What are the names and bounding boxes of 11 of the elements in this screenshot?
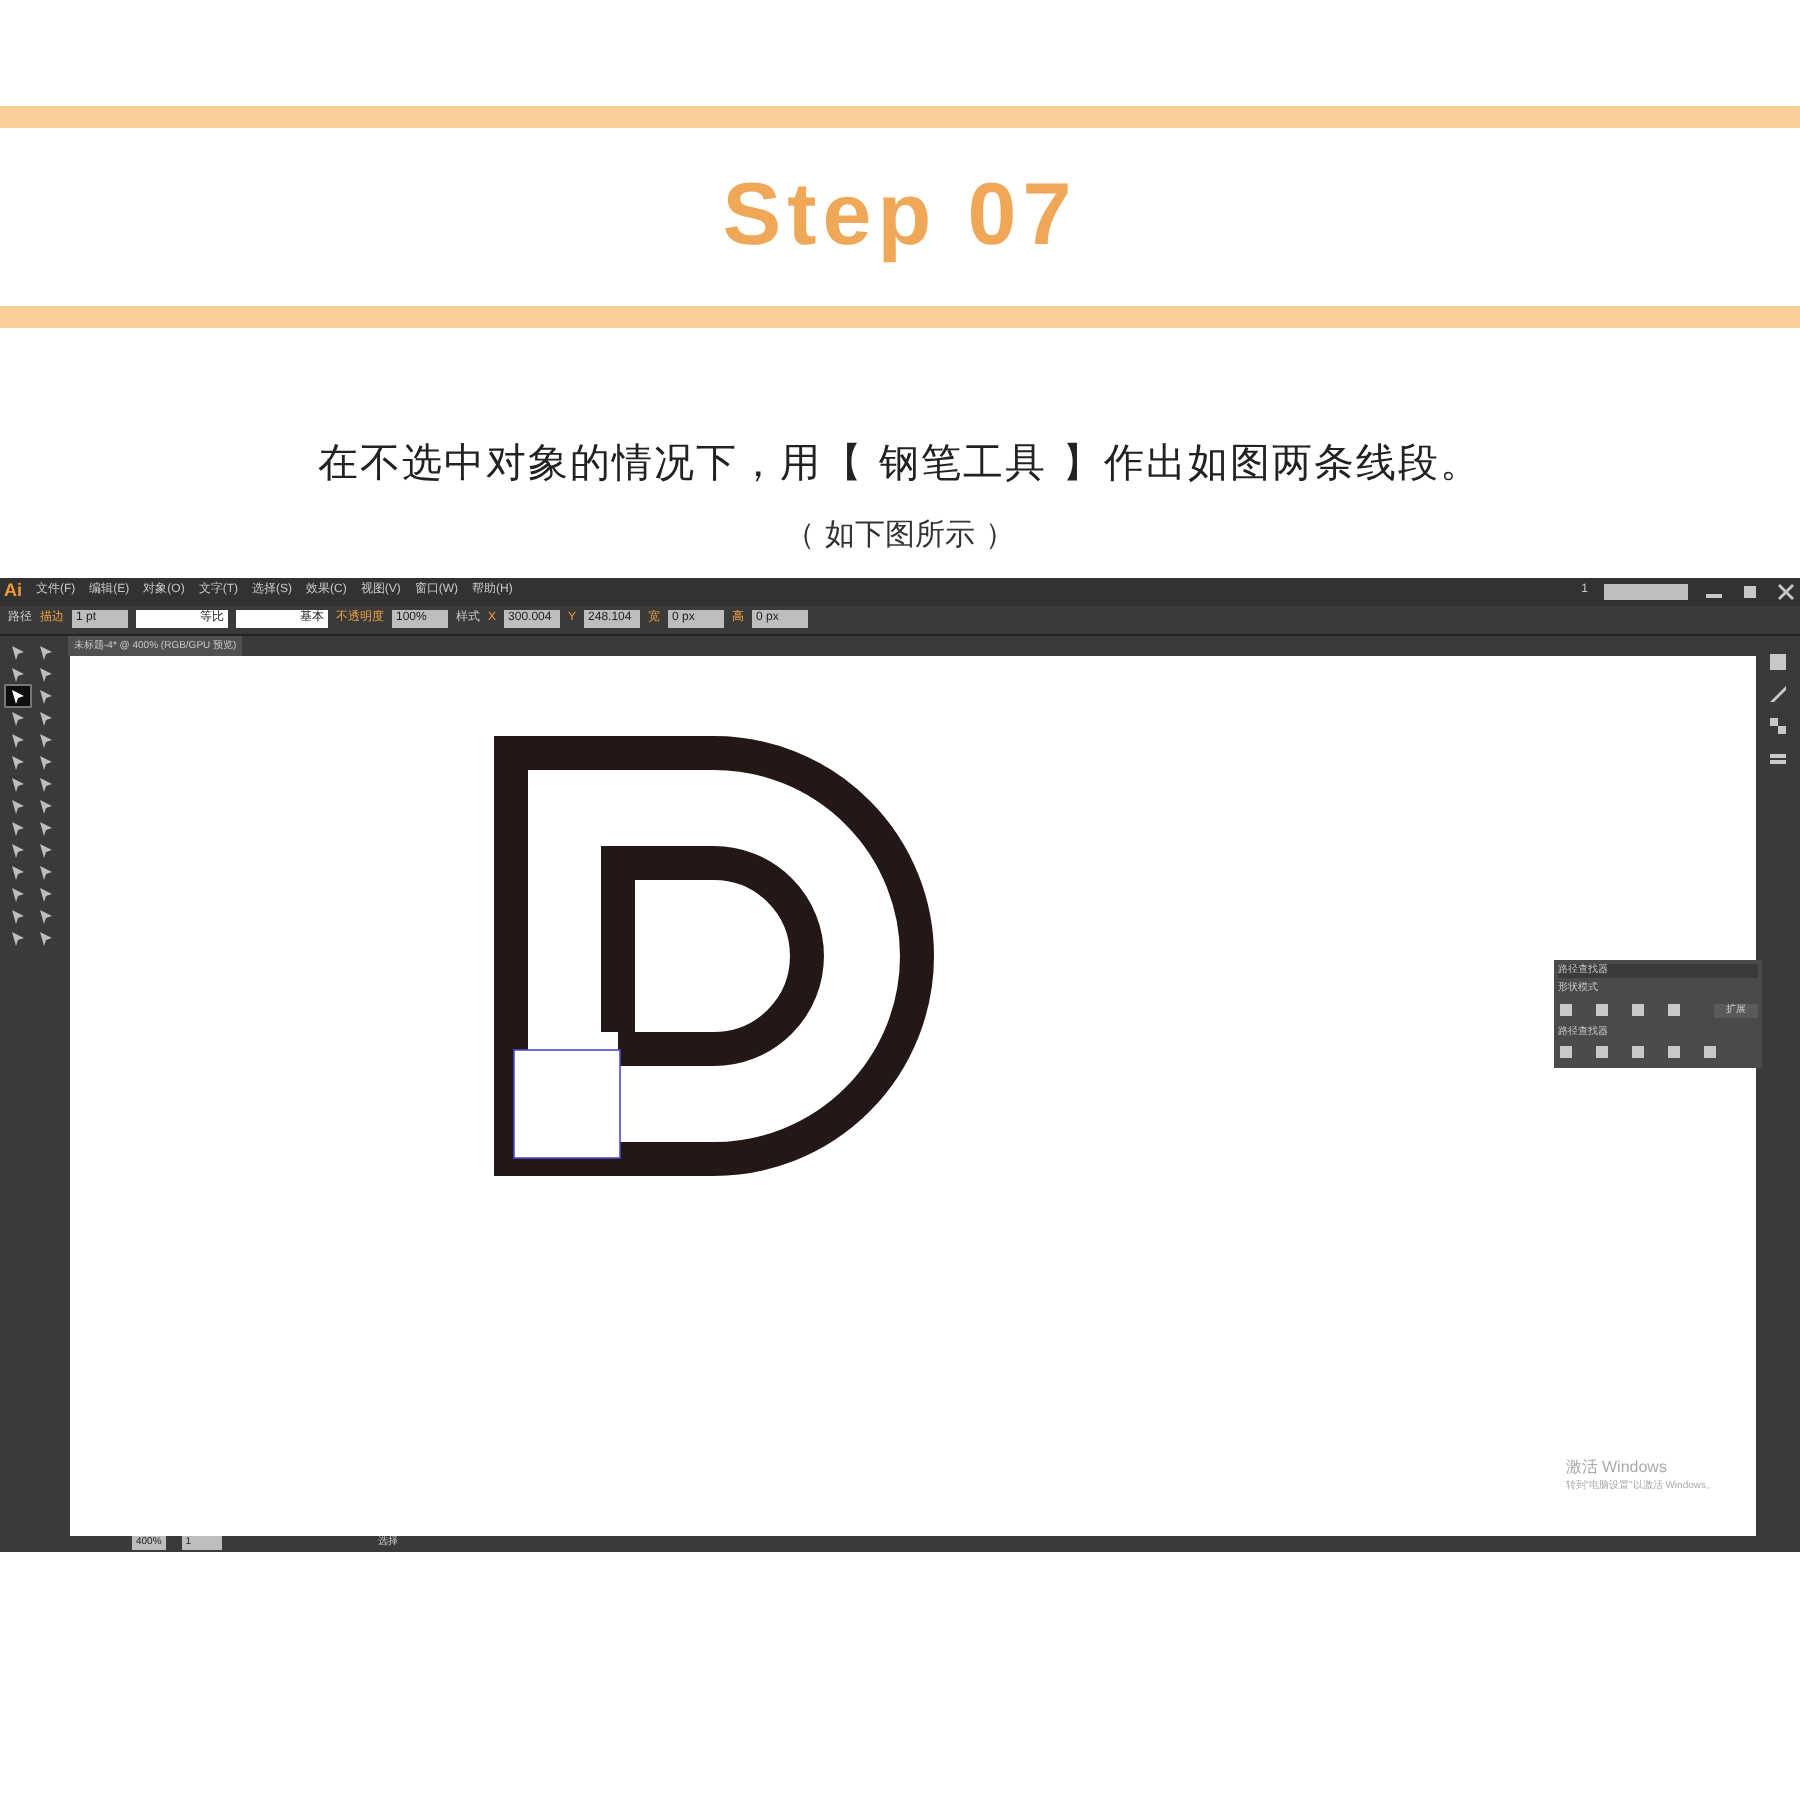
app-logo: Ai [4, 577, 22, 604]
tool-button[interactable] [6, 685, 30, 705]
activation-title: 激活 Windows [1565, 1456, 1669, 1479]
note-text: （ 如下图所示 ） [785, 514, 1015, 556]
brush-icon[interactable] [1768, 683, 1788, 703]
close-icon[interactable] [1776, 581, 1796, 601]
instruction-text: 在不选中对象的情况下，用【 钢笔工具 】作出如图两条线段。 [318, 436, 1482, 490]
step-title: Step 07 [722, 164, 1078, 268]
search-field[interactable] [1604, 583, 1688, 599]
swatches-icon[interactable] [1768, 715, 1788, 735]
restore-icon[interactable] [1740, 581, 1760, 601]
